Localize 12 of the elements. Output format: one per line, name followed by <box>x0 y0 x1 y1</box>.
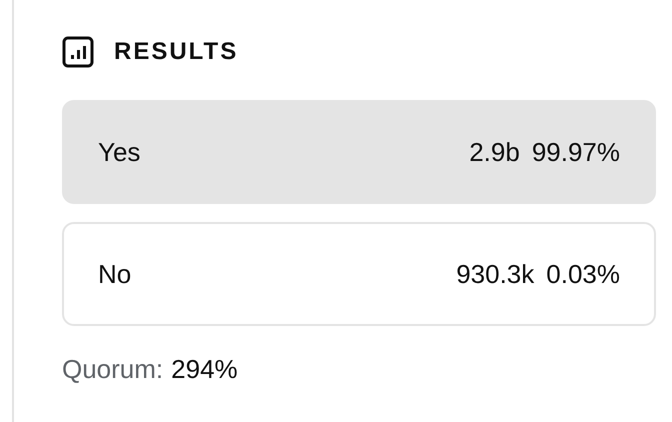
vote-count: 930.3k <box>456 258 534 290</box>
quorum-value: 294% <box>171 354 238 385</box>
quorum-label: Quorum: <box>62 354 164 385</box>
vote-count: 2.9b <box>469 136 520 168</box>
bar-chart-icon <box>62 36 94 68</box>
option-label: Yes <box>98 136 142 168</box>
vote-percent: 0.03% <box>546 258 620 290</box>
option-label: No <box>98 258 132 290</box>
vote-percent: 99.97% <box>532 136 620 168</box>
section-title: RESULTS <box>114 38 238 66</box>
result-option[interactable]: Yes 2.9b 99.97% <box>62 100 656 204</box>
result-option[interactable]: No 930.3k 0.03% <box>62 222 656 326</box>
